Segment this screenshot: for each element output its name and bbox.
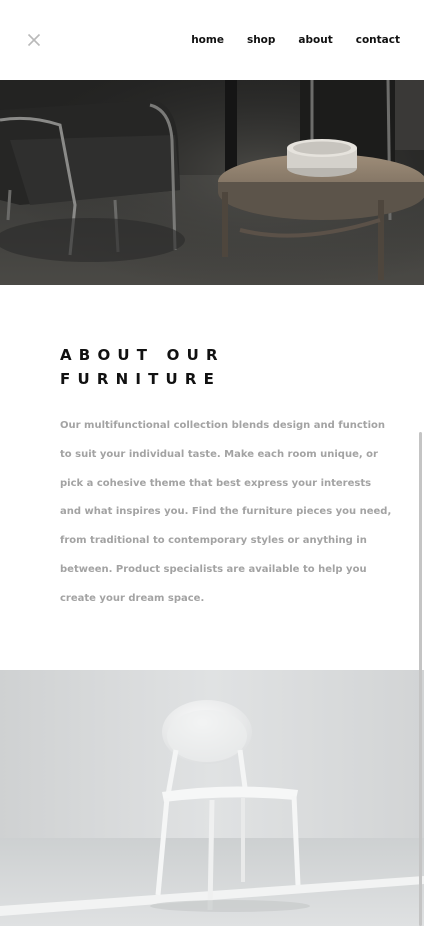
scrollbar[interactable] [419, 432, 422, 926]
about-line: from traditional to contemporary styles … [60, 535, 367, 547]
close-button[interactable] [27, 33, 41, 47]
nav-link-shop[interactable]: shop [247, 33, 275, 47]
nav-link-contact[interactable]: contact [356, 33, 400, 47]
chair-image [0, 670, 424, 926]
about-line: create your dream space. [60, 592, 205, 604]
close-icon [27, 33, 41, 47]
about-title: ABOUT OUR FURNITURE [60, 343, 360, 391]
about-description: Our multifunctional collection blends de… [60, 412, 392, 614]
nav-link-home[interactable]: home [191, 33, 224, 47]
main-nav: home shop about contact [191, 33, 400, 47]
about-line: pick a cohesive theme that best express … [60, 477, 372, 489]
about-line: Our multifunctional collection blends de… [60, 420, 385, 431]
about-title-line-2: FURNITURE [60, 370, 222, 388]
about-title-line-1: ABOUT OUR [60, 346, 225, 364]
about-line: to suit your individual taste. Make each… [60, 448, 378, 460]
hero-image [0, 80, 424, 285]
nav-link-about[interactable]: about [298, 33, 332, 47]
header: home shop about contact [0, 0, 424, 80]
page: home shop about contact ABOUT OUR FURNIT… [0, 0, 424, 926]
about-line: and what inspires you. Find the furnitur… [60, 506, 392, 518]
about-line: between. Product specialists are availab… [60, 563, 367, 575]
